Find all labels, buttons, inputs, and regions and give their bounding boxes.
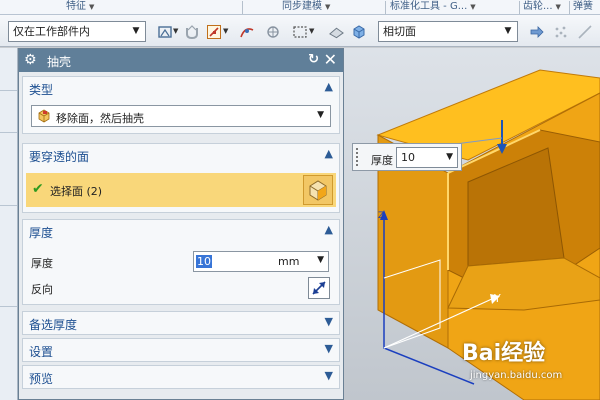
divider <box>0 306 17 307</box>
divider <box>569 1 570 14</box>
onscreen-thickness-select[interactable]: 10 ▼ <box>396 147 458 168</box>
reverse-direction-button[interactable] <box>308 277 330 299</box>
onscreen-thickness-label: 厚度 <box>371 154 393 167</box>
chevron-up-icon[interactable]: ▲ <box>325 223 333 236</box>
ribbon-group-strip: 特征 ▼ 同步建模 ▼ 标准化工具 - G... ▼ 齿轮... ▼ 弹簧 <box>0 0 600 15</box>
chevron-down-icon[interactable]: ▼ <box>317 255 324 265</box>
divider <box>519 1 520 14</box>
divider <box>0 90 17 91</box>
drag-grip-icon[interactable] <box>356 148 360 166</box>
scope-filter-select[interactable]: 仅在工作部件内 ▼ <box>8 21 146 42</box>
ribbon-group-spring[interactable]: 弹簧 <box>573 0 600 15</box>
solid-body-icon[interactable] <box>350 23 367 40</box>
section-type-header[interactable]: 类型 ▲ <box>23 77 339 99</box>
cube-face-icon <box>309 180 327 201</box>
section-thickness-header[interactable]: 厚度 ▲ <box>23 220 339 242</box>
chevron-down-icon: ▼ <box>89 3 95 11</box>
section-type: 类型 ▲ 移除面，然后抽壳 ▼ <box>22 76 340 134</box>
shell-dialog: ⚙ 抽壳 ↻ ✕ 类型 ▲ 移除面，然后抽壳 ▼ 要穿透的面 ▲ ✔ 选择面 (… <box>18 48 344 400</box>
snap-point-icon[interactable] <box>205 23 222 40</box>
close-icon[interactable]: ✕ <box>324 50 337 69</box>
selection-toolbar: 仅在工作部件内 ▼ ▼ ▼ ▼ 相切面 ▼ <box>0 15 600 47</box>
chevron-down-icon[interactable]: ▼ <box>325 342 333 355</box>
resource-bar <box>0 48 18 400</box>
chevron-down-icon[interactable]: ▼ <box>173 27 178 35</box>
ribbon-group-standard-tools[interactable]: 标准化工具 - G... ▼ <box>390 0 518 15</box>
thickness-field-label: 厚度 <box>31 257 53 270</box>
divider <box>242 1 243 14</box>
chevron-down-icon[interactable]: ▼ <box>325 369 333 382</box>
reverse-direction-icon <box>312 281 326 295</box>
section-preview[interactable]: 预览 ▼ <box>22 365 340 389</box>
arrow-right-icon[interactable] <box>528 23 545 40</box>
select-face-button[interactable] <box>303 175 333 205</box>
eraser-shade-icon[interactable] <box>328 23 345 40</box>
watermark-url: jingyan.baidu.com <box>470 370 563 381</box>
chevron-down-icon: ▼ <box>504 26 512 36</box>
shell-type-select[interactable]: 移除面，然后抽壳 ▼ <box>31 105 331 127</box>
divider <box>0 205 17 206</box>
chevron-down-icon[interactable]: ▼ <box>309 27 314 35</box>
chevron-down-icon: ▼ <box>317 110 324 120</box>
reverse-label: 反向 <box>31 283 53 296</box>
face-rule-select[interactable]: 相切面 ▼ <box>378 21 518 42</box>
section-faces: 要穿透的面 ▲ ✔ 选择面 (2) <box>22 143 340 213</box>
chevron-down-icon: ▼ <box>446 152 453 162</box>
divider <box>0 132 17 133</box>
divider <box>385 1 386 14</box>
selection-scope-icon[interactable] <box>156 23 173 40</box>
watermark-logo: Bai经验 <box>462 341 546 366</box>
section-thickness: 厚度 ▲ 厚度 10 mm ▼ 反向 <box>22 219 340 305</box>
chevron-up-icon[interactable]: ▲ <box>325 147 333 160</box>
section-faces-header[interactable]: 要穿透的面 ▲ <box>23 144 339 166</box>
line-tool-icon[interactable] <box>576 23 593 40</box>
ribbon-group-sync-modeling[interactable]: 同步建模 ▼ <box>282 0 364 15</box>
ribbon-group-feature[interactable]: 特征 ▼ <box>66 0 146 15</box>
axis-y-label: Y <box>493 292 501 305</box>
rectangle-select-icon[interactable] <box>291 23 308 40</box>
dialog-title-bar[interactable]: ⚙ 抽壳 ↻ ✕ <box>19 49 343 72</box>
model-ledge-face <box>447 257 600 311</box>
unit-label: mm <box>278 255 300 268</box>
chevron-down-icon: ▼ <box>470 3 476 11</box>
section-settings[interactable]: 设置 ▼ <box>22 338 340 362</box>
chevron-down-icon: ▼ <box>325 3 331 11</box>
reset-icon[interactable]: ↻ <box>308 52 319 67</box>
onscreen-thickness-input: 厚度 10 ▼ <box>352 143 462 171</box>
scatter-points-icon[interactable] <box>552 23 569 40</box>
gear-icon[interactable]: ⚙ <box>24 52 37 68</box>
chevron-down-icon: ▼ <box>132 26 140 36</box>
curve-rule-icon[interactable] <box>238 23 255 40</box>
thickness-input[interactable]: 10 mm ▼ <box>193 251 329 272</box>
orient-view-icon[interactable] <box>264 23 281 40</box>
ribbon-group-gear[interactable]: 齿轮... ▼ <box>523 0 567 15</box>
chevron-down-icon[interactable]: ▼ <box>325 315 333 328</box>
chevron-up-icon[interactable]: ▲ <box>325 80 333 93</box>
chevron-down-icon: ▼ <box>555 3 561 11</box>
magnet-icon[interactable] <box>183 23 200 40</box>
chevron-down-icon[interactable]: ▼ <box>223 27 228 35</box>
axis-z-label: Z <box>378 211 384 221</box>
select-face-row[interactable]: ✔ 选择面 (2) <box>26 173 336 207</box>
section-alt-thickness[interactable]: 备选厚度 ▼ <box>22 311 340 335</box>
remove-face-icon <box>38 109 50 123</box>
dialog-title: 抽壳 <box>47 55 72 69</box>
checkmark-icon: ✔ <box>32 181 44 197</box>
